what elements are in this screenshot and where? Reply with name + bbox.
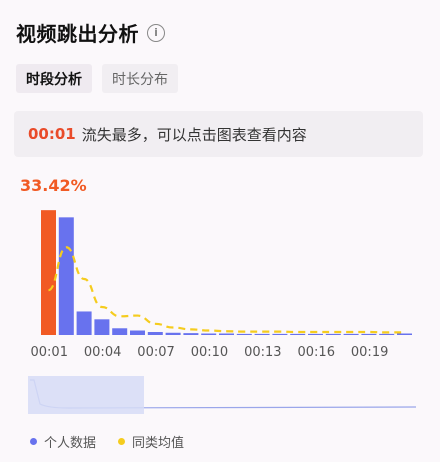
chart-bar[interactable] bbox=[165, 332, 181, 335]
chart-bar[interactable] bbox=[112, 328, 128, 335]
chart-bar[interactable] bbox=[379, 333, 395, 335]
chart-bar[interactable] bbox=[325, 333, 341, 335]
info-icon[interactable]: i bbox=[147, 23, 165, 42]
legend-dot-average bbox=[118, 438, 126, 445]
chart-bar[interactable] bbox=[290, 333, 306, 335]
x-tick-label: 00:13 bbox=[244, 345, 282, 360]
chart-bar[interactable] bbox=[58, 217, 74, 335]
tab-duration-distribution[interactable]: 时长分布 bbox=[102, 64, 178, 93]
chart-bar[interactable] bbox=[272, 333, 288, 335]
chart-bar[interactable] bbox=[201, 333, 217, 335]
legend-item-personal[interactable]: 个人数据 bbox=[30, 432, 96, 451]
x-tick-label: 00:07 bbox=[137, 345, 175, 360]
legend-label-average: 同类均值 bbox=[132, 436, 185, 451]
chart-bar[interactable] bbox=[343, 333, 359, 335]
x-tick-label: 00:16 bbox=[297, 345, 335, 360]
x-tick-label: 00:19 bbox=[350, 345, 389, 360]
page-title: 视频跳出分析 bbox=[16, 22, 139, 46]
header: 视频跳出分析 i bbox=[16, 18, 165, 47]
x-tick-label: 00:10 bbox=[190, 345, 229, 360]
chart-bar[interactable] bbox=[130, 330, 145, 335]
chart-bar[interactable] bbox=[219, 333, 234, 335]
notice-timestamp: 00:01 bbox=[28, 125, 76, 143]
chart-legend: 个人数据 同类均值 bbox=[30, 432, 184, 451]
notice-banner: 00:01 流失最多，可以点击图表查看内容 bbox=[14, 111, 423, 157]
chart-bar[interactable] bbox=[183, 333, 199, 335]
bar-chart[interactable] bbox=[0, 190, 440, 340]
x-tick-label: 00:01 bbox=[30, 345, 68, 360]
chart-bar[interactable] bbox=[94, 319, 110, 335]
chart-bar[interactable] bbox=[397, 333, 412, 335]
legend-label-personal: 个人数据 bbox=[44, 436, 97, 451]
legend-dot-personal bbox=[30, 438, 37, 445]
tab-time-segment[interactable]: 时段分析 bbox=[16, 64, 92, 93]
range-slider-selection[interactable] bbox=[28, 376, 144, 414]
x-tick-label: 00:04 bbox=[83, 345, 122, 360]
notice-text: 流失最多，可以点击图表查看内容 bbox=[81, 125, 307, 144]
chart-bar[interactable] bbox=[361, 333, 377, 335]
chart-bar[interactable] bbox=[41, 210, 56, 335]
tab-bar: 时段分析 时长分布 bbox=[16, 64, 178, 93]
chart-bar[interactable] bbox=[147, 332, 163, 335]
chart-bar[interactable] bbox=[308, 333, 323, 335]
chart-bar[interactable] bbox=[236, 333, 252, 335]
chart-bar[interactable] bbox=[254, 333, 270, 335]
chart-bar[interactable] bbox=[76, 311, 92, 335]
legend-item-average[interactable]: 同类均值 bbox=[118, 432, 184, 451]
